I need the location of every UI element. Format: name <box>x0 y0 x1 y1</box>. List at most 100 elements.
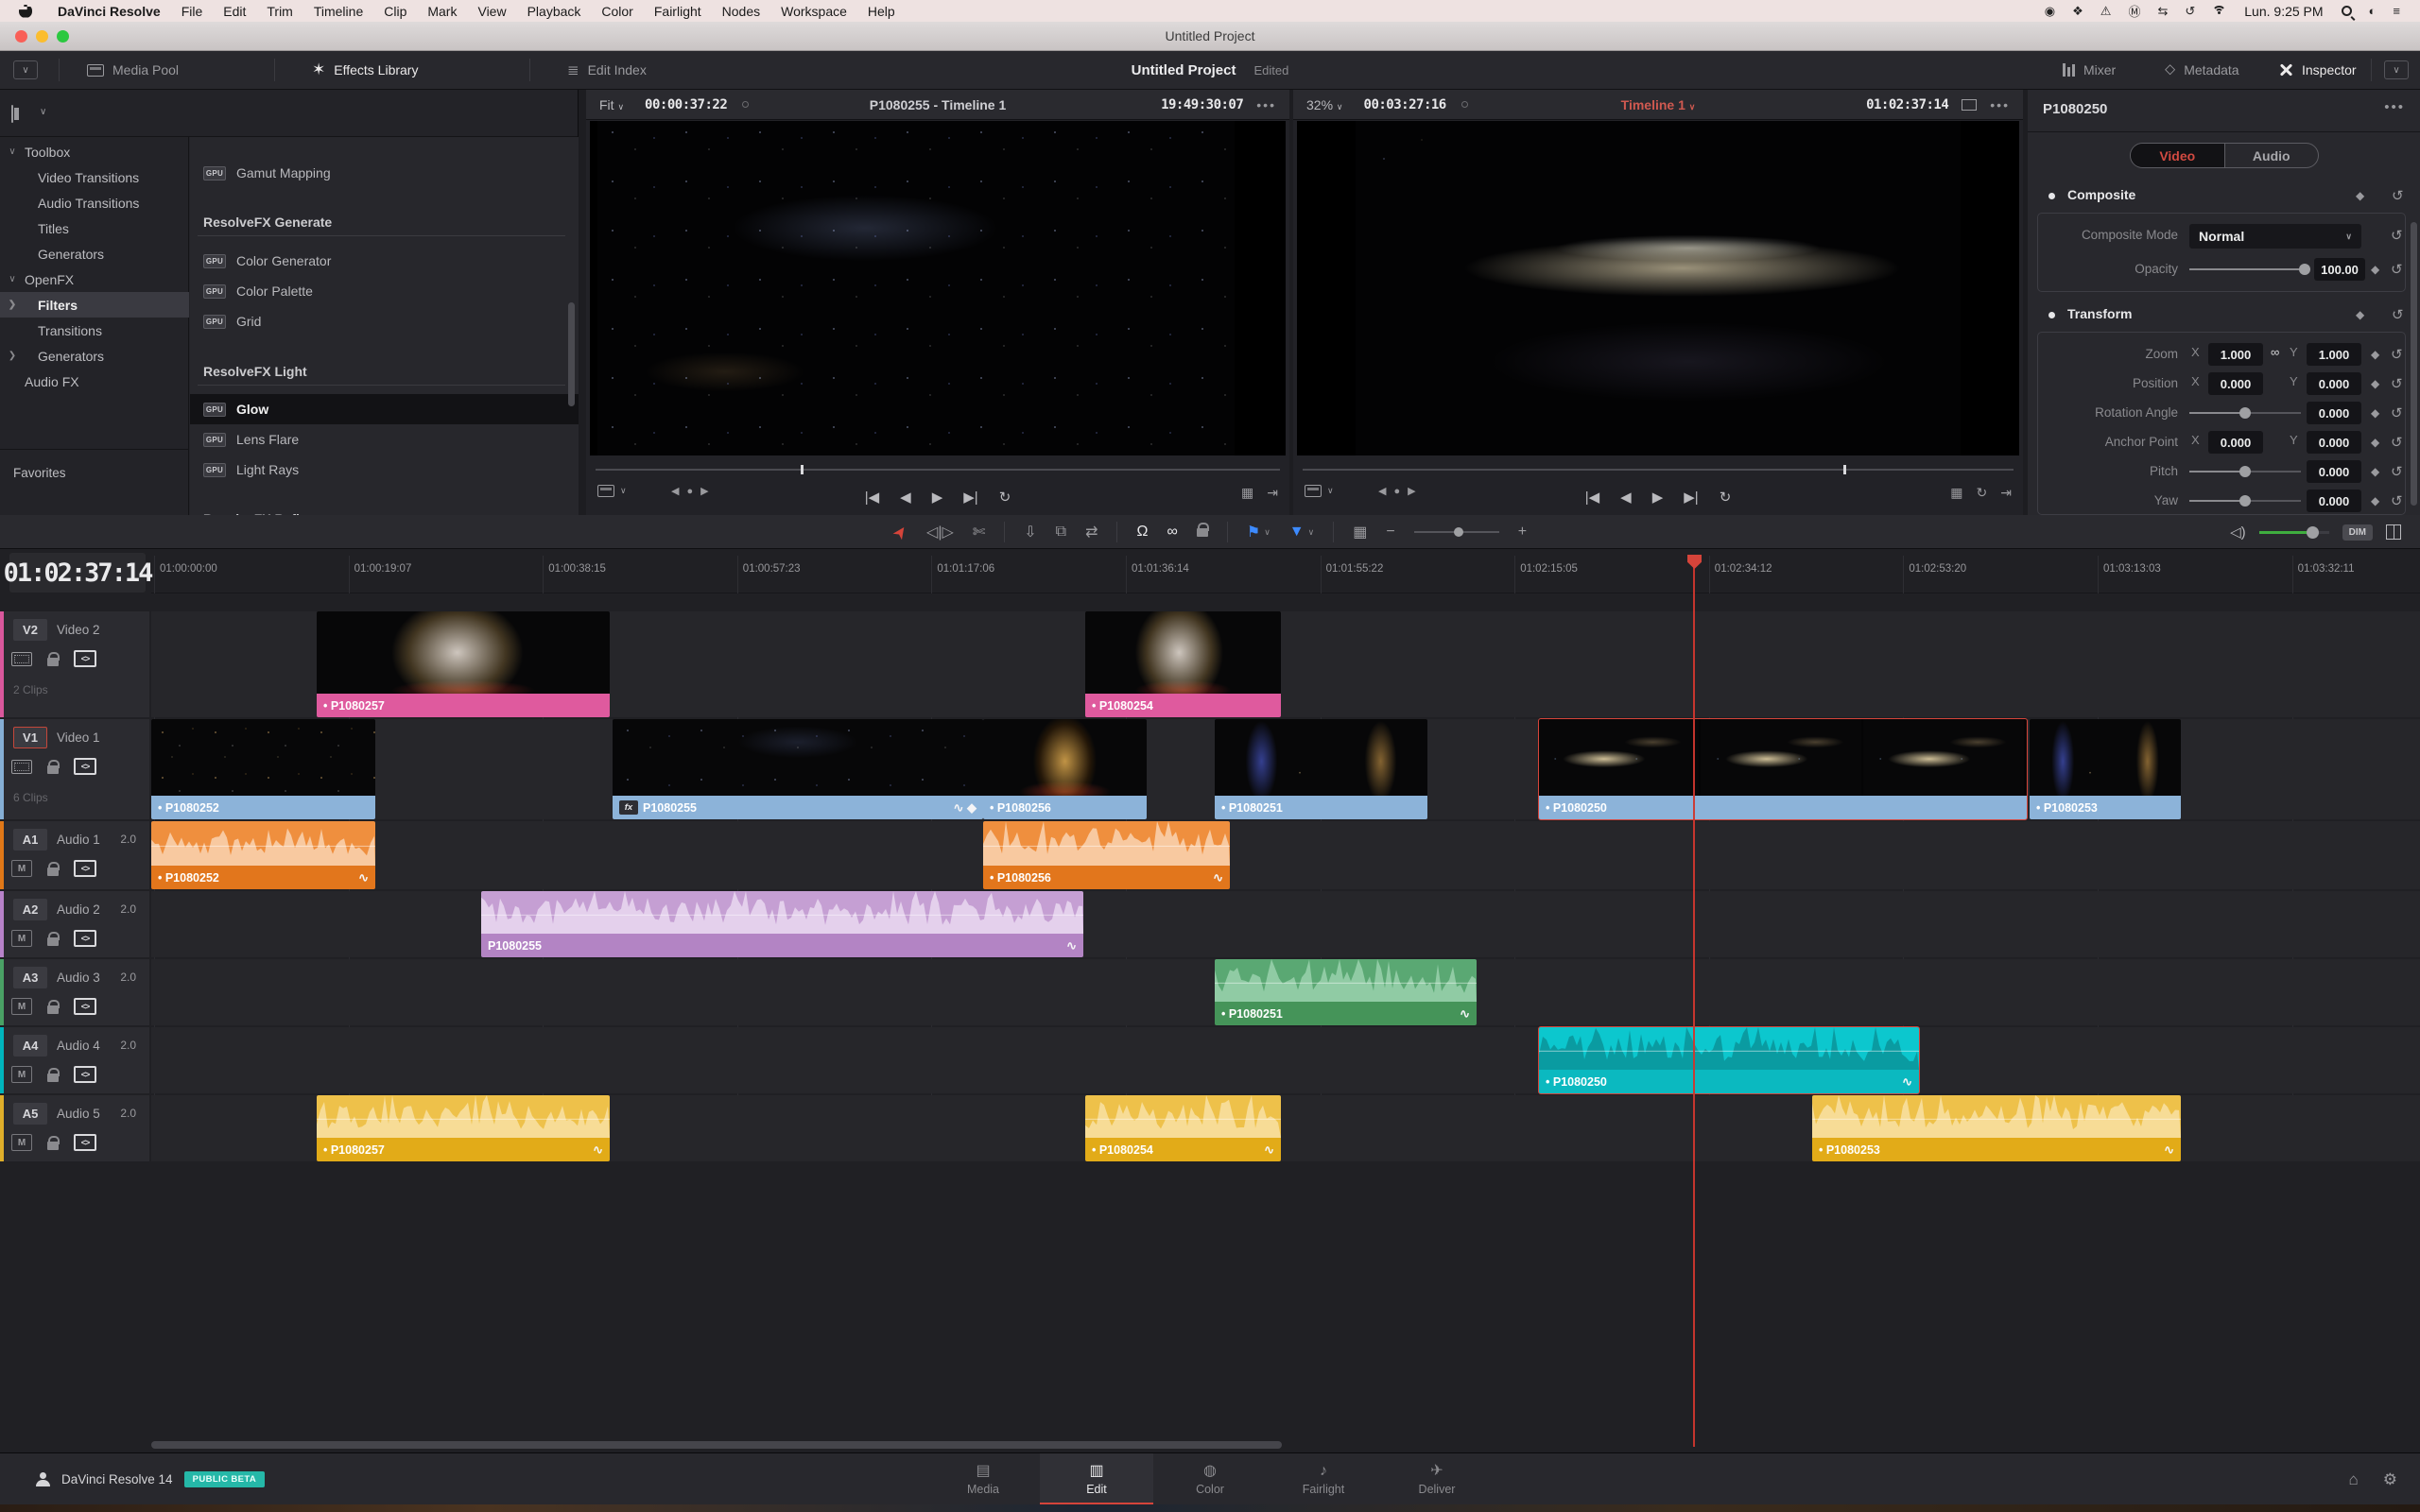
sidebar-item-filters[interactable]: ❯Filters <box>0 292 189 318</box>
auto-select-button[interactable]: <> <box>74 1134 96 1151</box>
effect-item-glow[interactable]: GPUGlow <box>190 394 579 424</box>
menu-file[interactable]: File <box>182 4 203 19</box>
snapping-button[interactable]: Ω <box>1136 524 1148 541</box>
sidebar-item-titles[interactable]: Titles <box>0 215 189 241</box>
track-header-a4[interactable]: A4Audio 42.0M<> <box>0 1027 149 1093</box>
auto-select-button[interactable]: <> <box>74 930 96 947</box>
reset-icon[interactable]: ↺ <box>2391 346 2403 363</box>
audio-monitor-icon[interactable]: ◁) <box>2230 524 2246 541</box>
keyframe-icon[interactable]: ◆ <box>2371 263 2379 276</box>
effect-item-light-rays[interactable]: GPULight Rays <box>190 455 579 485</box>
inspector-scrollbar[interactable] <box>2411 222 2417 506</box>
reset-icon[interactable]: ↺ <box>2391 375 2403 392</box>
time-machine-icon[interactable]: ↺ <box>2185 4 2195 19</box>
mute-button[interactable]: M <box>11 930 32 947</box>
composite-section-header[interactable]: Composite ◆ ↺ <box>2028 186 2420 207</box>
track-lane-a4[interactable]: • P1080250∿ <box>151 1027 2420 1093</box>
viewer-options-menu[interactable]: ••• <box>1990 97 2010 112</box>
sidebar-item-favorites[interactable]: Favorites <box>13 466 66 480</box>
trim-edit-mode-button[interactable]: ◁|▷ <box>926 523 954 541</box>
track-header-a2[interactable]: A2Audio 22.0M<> <box>0 891 149 957</box>
marker-button[interactable]: ▼∨ <box>1289 524 1314 541</box>
clip-p1080251-v1[interactable]: • P1080251 <box>1215 719 1427 819</box>
project-manager-icon[interactable]: ⌂ <box>2348 1470 2358 1489</box>
lock-icon[interactable] <box>47 765 59 774</box>
keyframe-icon[interactable]: ◆ <box>2371 465 2379 478</box>
zoom-x-value[interactable]: 1.000 <box>2208 343 2263 366</box>
track-header-v2[interactable]: V2Video 2<>2 Clips <box>0 611 149 717</box>
track-id-v1[interactable]: V1 <box>13 727 47 748</box>
sidebar-item-toolbox[interactable]: ∨Toolbox <box>0 139 189 164</box>
mute-button[interactable]: M <box>11 1066 32 1083</box>
sidebar-item-video-transitions[interactable]: Video Transitions <box>0 164 189 190</box>
toolbar-metadata[interactable]: ⬦Metadata <box>2165 51 2239 89</box>
track-id-a4[interactable]: A4 <box>13 1035 47 1057</box>
tab-audio[interactable]: Audio <box>2224 144 2319 167</box>
clip-p1080257-a5[interactable]: • P1080257∿ <box>317 1095 610 1161</box>
goto-timeline-icon[interactable]: ⇥ <box>2000 485 2012 501</box>
notification-center-icon[interactable]: ≡ <box>2393 4 2400 18</box>
step-back-button[interactable]: ◀ <box>1620 489 1632 506</box>
maxon-icon[interactable]: Ⓜ <box>2128 2 2140 20</box>
mute-button[interactable]: M <box>11 1134 32 1151</box>
effect-item-color-generator[interactable]: GPUColor Generator <box>190 246 579 276</box>
position-x-value[interactable]: 0.000 <box>2208 372 2263 395</box>
step-back-button[interactable]: ◀ <box>900 489 911 506</box>
keyframe-icon[interactable]: ◆ <box>2356 189 2364 202</box>
clip-p1080252-a1[interactable]: • P1080252∿ <box>151 821 375 889</box>
menu-workspace[interactable]: Workspace <box>781 4 847 19</box>
lock-icon[interactable] <box>47 868 59 876</box>
jump-start-button[interactable]: |◀ <box>1585 489 1599 506</box>
track-lane-a3[interactable]: • P1080251∿ <box>151 959 2420 1025</box>
auto-select-button[interactable]: <> <box>74 860 96 877</box>
auto-select-button[interactable]: <> <box>74 650 96 667</box>
clip-p1080252-v1[interactable]: • P1080252 <box>151 719 375 819</box>
reset-icon[interactable]: ↺ <box>2391 434 2403 451</box>
clip-p1080255-a2[interactable]: P1080255∿ <box>481 891 1083 957</box>
clip-p1080254-a5[interactable]: • P1080254∿ <box>1085 1095 1281 1161</box>
jump-end-button[interactable]: ▶| <box>963 489 977 506</box>
position-y-value[interactable]: 0.000 <box>2307 372 2361 395</box>
reset-icon[interactable]: ↺ <box>2391 492 2403 509</box>
siri-icon[interactable]: ◐ <box>2369 4 2377 18</box>
toolbar-inspector[interactable]: Inspector <box>2278 51 2357 89</box>
dropbox-icon[interactable]: ❖ <box>2072 4 2083 19</box>
toolbar-effects-library[interactable]: ✶Effects Library <box>312 51 418 89</box>
auto-select-button[interactable]: <> <box>74 998 96 1015</box>
track-lane-a5[interactable]: • P1080257∿• P1080254∿• P1080253∿ <box>151 1095 2420 1161</box>
viewer-zoom-dropdown[interactable]: 32% ∨ <box>1306 97 1343 112</box>
fade-curve-icon[interactable]: ∿ <box>1264 1143 1274 1158</box>
keyframe-icon[interactable]: ◆ <box>2371 348 2379 361</box>
mute-button[interactable]: M <box>11 998 32 1015</box>
monitor-volume-slider[interactable] <box>2259 531 2329 534</box>
track-id-a1[interactable]: A1 <box>13 829 47 850</box>
reset-icon[interactable]: ↺ <box>2391 261 2403 278</box>
source-scrub-bar[interactable] <box>596 465 1280 474</box>
inspector-options-menu[interactable]: ••• <box>2384 99 2405 115</box>
sidebar-item-transitions[interactable]: Transitions <box>0 318 189 343</box>
track-id-v2[interactable]: V2 <box>13 619 47 641</box>
timeline-video-area[interactable] <box>1297 121 2019 455</box>
link-xy-icon[interactable]: ∞ <box>2271 345 2279 359</box>
creative-cloud-icon[interactable]: ◉ <box>2045 4 2055 19</box>
yaw-slider[interactable] <box>2189 500 2301 502</box>
track-id-a2[interactable]: A2 <box>13 899 47 920</box>
film-icon[interactable] <box>11 652 32 666</box>
opacity-value[interactable]: 100.00 <box>2314 258 2365 281</box>
loop-icon[interactable]: ↻ <box>1977 485 1988 501</box>
jump-start-button[interactable]: |◀ <box>865 489 879 506</box>
fade-curve-icon[interactable]: ∿ <box>2164 1143 2174 1158</box>
reset-icon[interactable]: ↺ <box>2392 187 2404 204</box>
play-button[interactable]: ▶ <box>932 489 943 506</box>
panel-layout-dropdown[interactable]: ∨ <box>13 51 38 89</box>
panel-toggle-icon[interactable] <box>11 106 13 123</box>
scanner-icon[interactable]: ⇆ <box>2157 4 2168 19</box>
match-frame-icon[interactable]: ▦ <box>1241 485 1253 501</box>
track-header-a3[interactable]: A3Audio 32.0M<> <box>0 959 149 1025</box>
clip-p1080256-v1[interactable]: • P1080256 <box>983 719 1147 819</box>
lock-icon[interactable] <box>47 1142 59 1150</box>
viewer-options-menu[interactable]: ••• <box>1256 97 1276 112</box>
lock-icon[interactable] <box>47 1005 59 1014</box>
toolbar-edit-index[interactable]: ≣Edit Index <box>567 51 647 89</box>
effect-item-lens-flare[interactable]: GPULens Flare <box>190 424 579 455</box>
